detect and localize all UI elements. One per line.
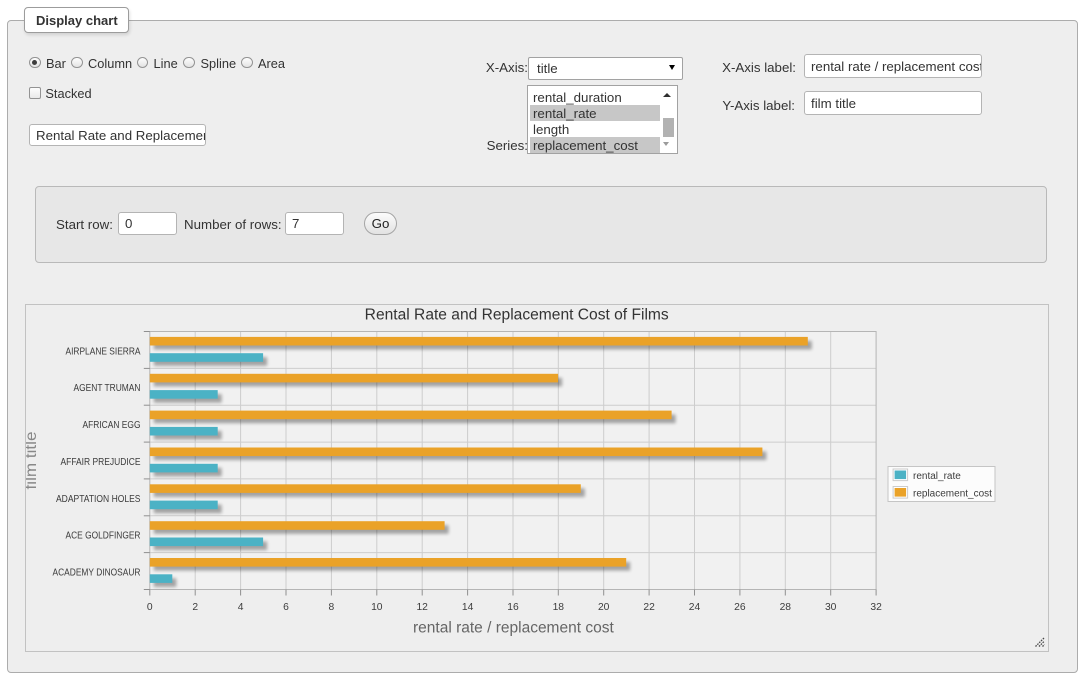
svg-text:ACADEMY DINOSAUR: ACADEMY DINOSAUR	[53, 568, 141, 579]
svg-text:AGENT TRUMAN: AGENT TRUMAN	[74, 383, 141, 394]
svg-text:ACE GOLDFINGER: ACE GOLDFINGER	[66, 531, 141, 542]
svg-text:Rental Rate and Replacement Co: Rental Rate and Replacement Cost of Film…	[365, 307, 669, 324]
svg-text:film title: film title	[26, 432, 40, 490]
svg-text:rental_rate: rental_rate	[913, 471, 961, 482]
svg-text:26: 26	[734, 602, 746, 613]
svg-text:AFFAIR PREJUDICE: AFFAIR PREJUDICE	[61, 457, 141, 468]
svg-text:32: 32	[870, 602, 882, 613]
svg-text:ADAPTATION HOLES: ADAPTATION HOLES	[56, 494, 141, 505]
svg-text:18: 18	[553, 602, 565, 613]
svg-text:AIRPLANE SIERRA: AIRPLANE SIERRA	[66, 346, 141, 357]
svg-text:4: 4	[238, 602, 244, 613]
svg-text:rental rate / replacement cost: rental rate / replacement cost	[413, 620, 614, 637]
svg-text:24: 24	[689, 602, 701, 613]
svg-text:22: 22	[643, 602, 655, 613]
svg-text:30: 30	[825, 602, 837, 613]
svg-text:8: 8	[329, 602, 335, 613]
svg-text:6: 6	[283, 602, 289, 613]
svg-text:20: 20	[598, 602, 610, 613]
svg-text:replacement_cost: replacement_cost	[913, 488, 992, 499]
svg-text:AFRICAN EGG: AFRICAN EGG	[83, 420, 141, 431]
svg-text:0: 0	[147, 602, 153, 613]
svg-text:14: 14	[462, 602, 474, 613]
svg-text:2: 2	[192, 602, 198, 613]
svg-text:12: 12	[416, 602, 428, 613]
svg-text:16: 16	[507, 602, 519, 613]
svg-text:10: 10	[371, 602, 383, 613]
svg-text:28: 28	[780, 602, 792, 613]
